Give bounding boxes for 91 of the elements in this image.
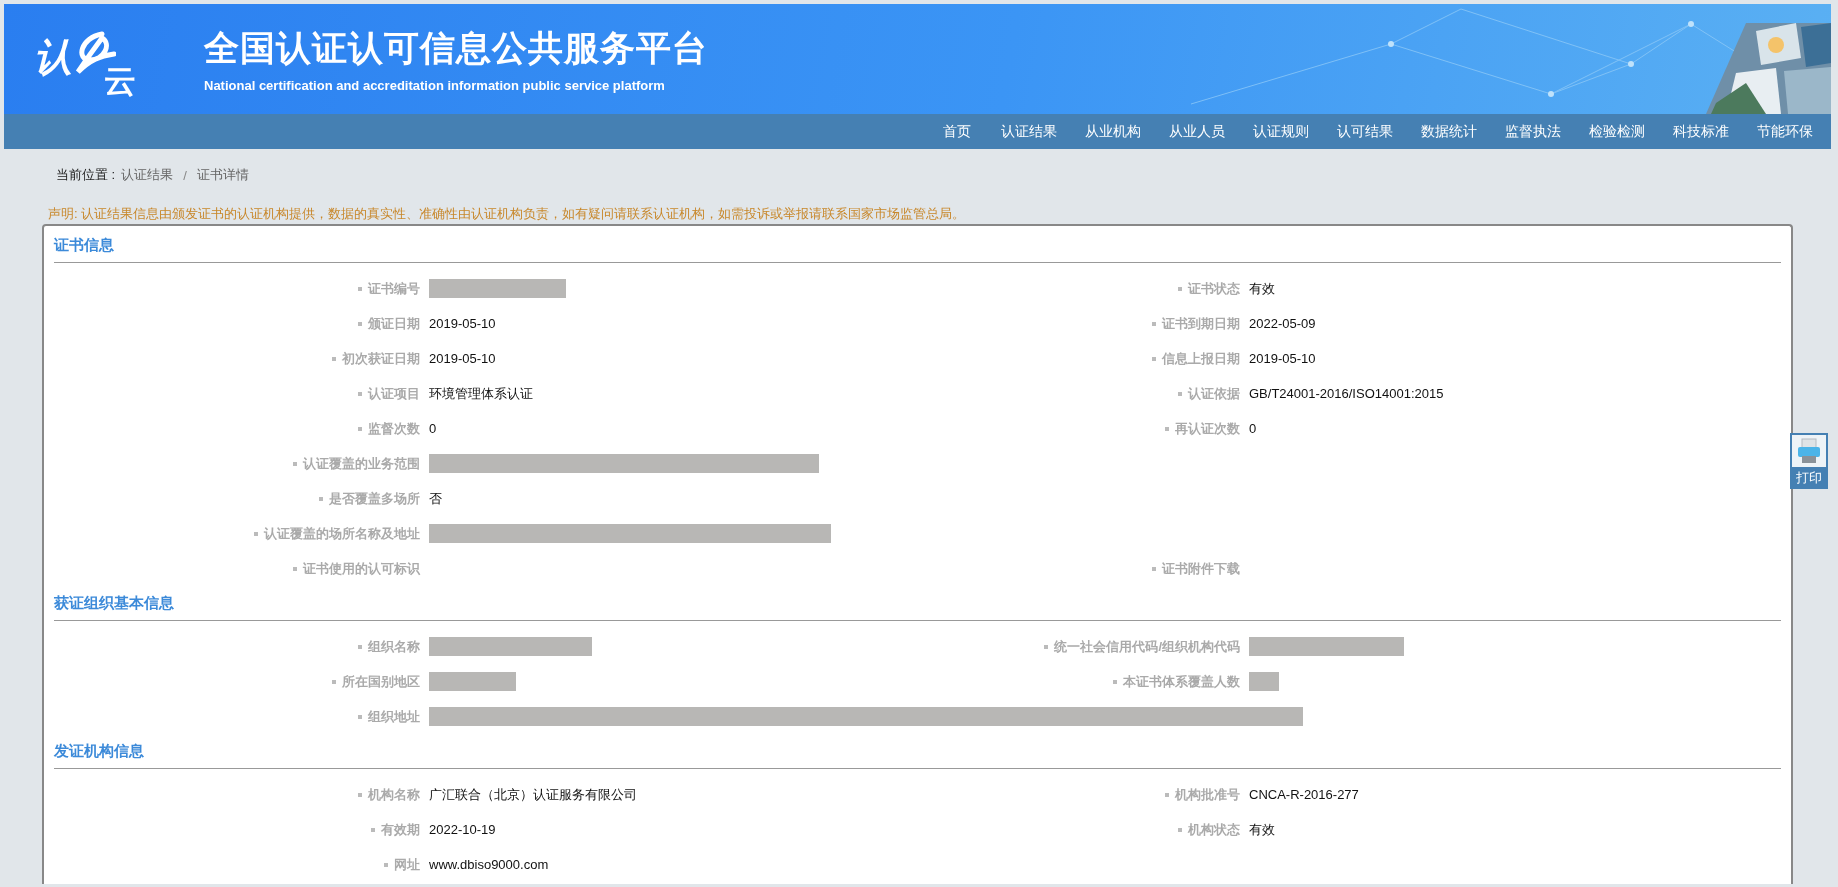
field-label: 认证覆盖的业务范围 [303, 454, 420, 473]
field-label: 组织地址 [368, 707, 420, 726]
breadcrumb-label: 当前位置 : [56, 166, 116, 184]
bullet-icon [358, 644, 362, 649]
logo-text: 认 [34, 35, 72, 80]
field-label: 认证项目 [368, 384, 420, 403]
field-label: 证书附件下载 [1162, 559, 1240, 578]
nav-link[interactable]: 从业人员 [1155, 114, 1239, 149]
field-value: www.dbiso9000.com [429, 857, 549, 872]
field-label: 统一社会信用代码/组织机构代码 [1054, 637, 1240, 656]
bullet-icon [1044, 644, 1049, 649]
field-label: 颁证日期 [368, 314, 420, 333]
bullet-icon [1178, 286, 1182, 291]
bullet-icon [358, 286, 362, 291]
field-label: 认证依据 [1188, 384, 1240, 403]
field-value: 广汇联合（北京）认证服务有限公司 [429, 785, 637, 804]
bullet-icon [332, 679, 336, 684]
field-label: 本证书体系覆盖人数 [1123, 672, 1240, 691]
field-label: 所在国别地区 [342, 672, 420, 691]
bullet-icon [1152, 356, 1156, 361]
field-label: 监督次数 [368, 419, 420, 438]
bullet-icon [371, 827, 375, 832]
bullet-icon [384, 862, 388, 867]
breadcrumb-separator: / [183, 167, 187, 183]
site-title: 全国认证认可信息公共服务平台 [204, 27, 708, 69]
field-label: 信息上报日期 [1162, 349, 1240, 368]
bullet-icon [1178, 827, 1182, 832]
bullet-icon [254, 531, 258, 536]
field-label: 初次获证日期 [342, 349, 420, 368]
field-label: 机构名称 [368, 785, 420, 804]
nav-link[interactable]: 认证规则 [1239, 114, 1323, 149]
field-value: 0 [1249, 421, 1257, 436]
field-value: 0 [429, 421, 437, 436]
field-label: 有效期 [381, 820, 420, 839]
nav-link[interactable]: 从业机构 [1071, 114, 1155, 149]
field-value: GB/T24001-2016/ISO14001:2015 [1249, 386, 1444, 401]
print-button[interactable]: 打印 [1790, 433, 1828, 489]
redaction-bar [1249, 672, 1279, 691]
field-label: 是否覆盖多场所 [329, 489, 420, 508]
field-label: 证书使用的认可标识 [303, 559, 420, 578]
breadcrumb-link[interactable]: 证书详情 [196, 166, 249, 184]
field-value: 2019-05-10 [429, 351, 496, 366]
field-label: 机构批准号 [1175, 785, 1240, 804]
bullet-icon [293, 461, 297, 466]
printer-icon [1796, 438, 1822, 464]
bullet-icon [1113, 679, 1117, 684]
nav-link[interactable]: 节能环保 [1743, 114, 1827, 149]
field-value: 2019-05-10 [429, 316, 496, 331]
bullet-icon [319, 496, 323, 501]
bullet-icon [358, 714, 362, 719]
field-label: 证书到期日期 [1162, 314, 1240, 333]
field-label: 网址 [394, 855, 420, 874]
field-value: 有效 [1249, 820, 1275, 839]
nav-link[interactable]: 首页 [926, 114, 987, 149]
breadcrumb-link[interactable]: 认证结果 [121, 166, 174, 184]
bullet-icon [1165, 792, 1169, 797]
field-value: CNCA-R-2016-277 [1249, 787, 1359, 802]
section-title: 证书信息 [54, 232, 1781, 263]
field-value: 2022-10-19 [429, 822, 496, 837]
bullet-icon [358, 792, 362, 797]
field-label: 组织名称 [368, 637, 420, 656]
nav-link[interactable]: 检验检测 [1575, 114, 1659, 149]
logo-text: 云 [104, 62, 136, 101]
bullet-icon [1152, 566, 1156, 571]
bullet-icon [332, 356, 336, 361]
field-label: 再认证次数 [1175, 419, 1240, 438]
site-subtitle: National certification and accreditation information public service platform [204, 78, 666, 93]
field-value: 否 [429, 489, 442, 508]
field-label: 证书编号 [368, 279, 420, 298]
section-title: 获证组织基本信息 [54, 590, 1781, 621]
nav-link[interactable]: 认可结果 [1323, 114, 1407, 149]
field-value: 2019-05-10 [1249, 351, 1316, 366]
disclaimer-text: 声明: 认证结果信息由颁发证书的认证机构提供，数据的真实性、准确性由认证机构负责，如有疑问请联系认证机构，如需投诉或举报请联系国家市场监管总局。 [48, 205, 967, 221]
bullet-icon [293, 566, 297, 571]
field-label: 证书状态 [1188, 279, 1240, 298]
field-label: 认证覆盖的场所名称及地址 [264, 524, 420, 543]
nav-link[interactable]: 监督执法 [1491, 114, 1575, 149]
field-value: 有效 [1249, 279, 1275, 298]
bullet-icon [1152, 321, 1156, 326]
field-label: 机构状态 [1188, 820, 1240, 839]
field-value: 2022-05-09 [1249, 316, 1316, 331]
nav-link[interactable]: 认证结果 [987, 114, 1071, 149]
section-title: 发证机构信息 [54, 738, 1781, 769]
field-value: 环境管理体系认证 [429, 384, 533, 403]
nav-link[interactable]: 科技标准 [1659, 114, 1743, 149]
bullet-icon [1165, 426, 1169, 431]
bullet-icon [358, 426, 362, 431]
bullet-icon [358, 321, 362, 326]
bullet-icon [358, 391, 362, 396]
nav-link[interactable]: 数据统计 [1407, 114, 1491, 149]
bullet-icon [1178, 391, 1182, 396]
